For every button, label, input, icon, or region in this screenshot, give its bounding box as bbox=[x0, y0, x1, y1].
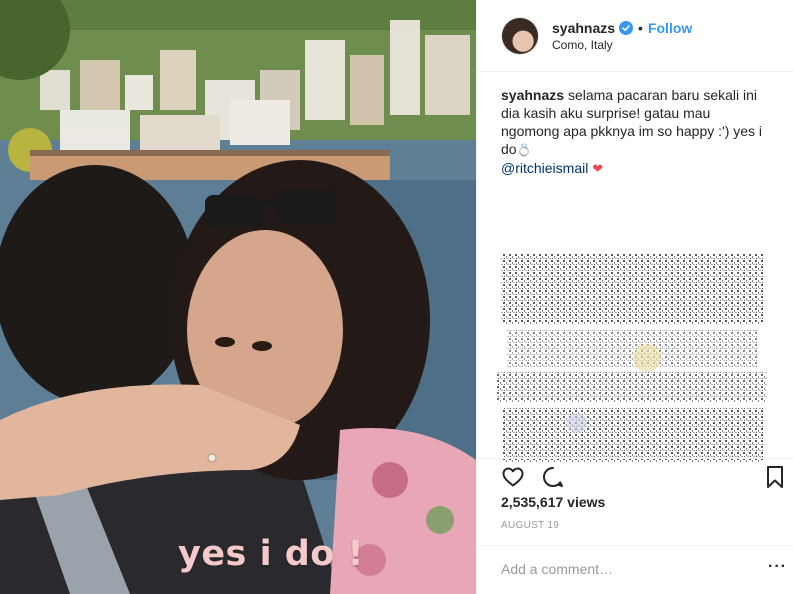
caption-area: syahnazs selama pacaran baru sekali ini … bbox=[477, 72, 793, 468]
action-bar bbox=[477, 458, 793, 498]
location-link[interactable]: Como, Italy bbox=[552, 38, 692, 52]
follow-button[interactable]: Follow bbox=[648, 20, 692, 36]
overlay-caption: yes i do ! bbox=[178, 534, 364, 574]
heart-emoji-icon: ❤ bbox=[592, 161, 604, 176]
blurred-comments bbox=[497, 254, 767, 462]
post-media[interactable]: yes i do ! bbox=[0, 0, 476, 594]
post-date[interactable]: AUGUST 19 bbox=[501, 520, 559, 531]
post-header: syahnazs • Follow Como, Italy bbox=[477, 0, 793, 72]
more-options-button[interactable]: ··· bbox=[768, 558, 787, 576]
post-panel: syahnazs • Follow Como, Italy syahnazs s… bbox=[476, 0, 793, 594]
ring-emoji-icon: 💍 bbox=[516, 143, 532, 157]
view-count[interactable]: 2,535,617 views bbox=[501, 494, 605, 510]
heart-outline-icon[interactable] bbox=[501, 465, 525, 494]
mention-link[interactable]: @ritchieismail bbox=[501, 160, 588, 176]
username-link[interactable]: syahnazs bbox=[552, 20, 615, 36]
header-text: syahnazs • Follow Como, Italy bbox=[552, 20, 692, 52]
comment-input[interactable] bbox=[501, 558, 741, 580]
verified-badge-icon bbox=[619, 20, 634, 35]
comment-box: ··· bbox=[477, 545, 793, 594]
separator-dot: • bbox=[638, 19, 643, 36]
caption-username[interactable]: syahnazs bbox=[501, 87, 564, 103]
bookmark-icon[interactable] bbox=[765, 465, 785, 494]
avatar[interactable] bbox=[501, 16, 539, 55]
post-photo bbox=[0, 0, 476, 594]
comment-bubble-icon[interactable] bbox=[541, 465, 565, 494]
header-row: syahnazs • Follow bbox=[552, 20, 692, 36]
